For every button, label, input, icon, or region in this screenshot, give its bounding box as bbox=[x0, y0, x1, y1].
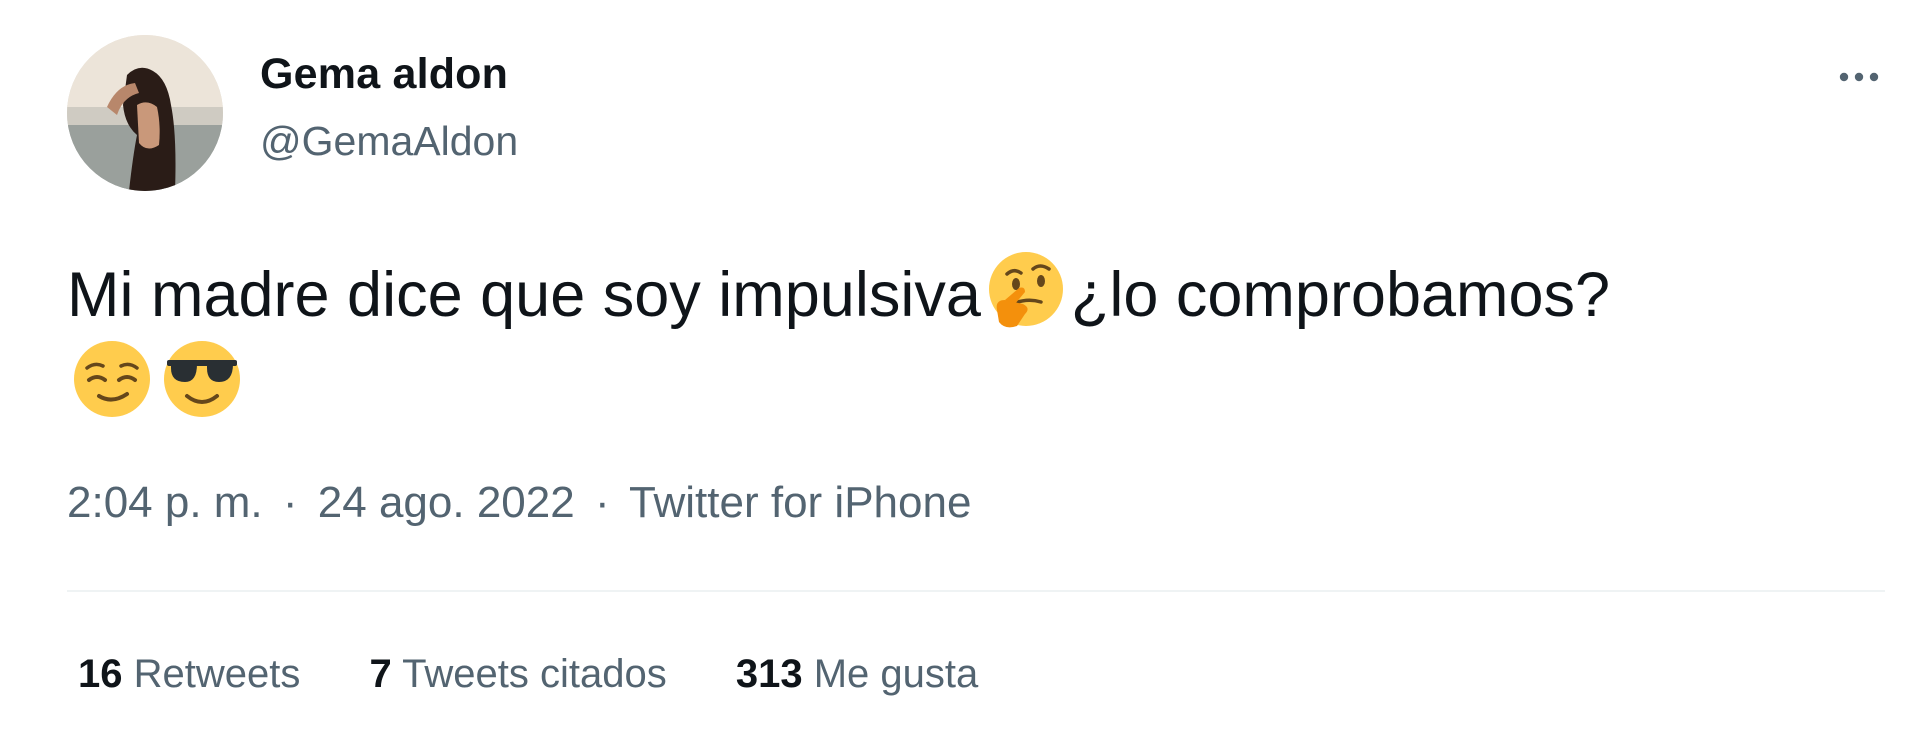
tweet-text-part-1: Mi madre dice que soy impulsiva bbox=[67, 260, 981, 330]
tweet-card: Gema aldon @GemaAldon Mi madre dice que … bbox=[0, 0, 1920, 733]
retweets-label: Retweets bbox=[133, 652, 301, 696]
divider bbox=[67, 590, 1885, 592]
tweet-date[interactable]: 24 ago. 2022 bbox=[318, 478, 575, 527]
tweet-text-line-2 bbox=[67, 336, 1610, 424]
display-name[interactable]: Gema aldon bbox=[260, 50, 508, 99]
meta-separator: · bbox=[282, 478, 298, 527]
user-handle[interactable]: @GemaAldon bbox=[260, 118, 518, 165]
quote-tweets-count: 7 bbox=[369, 652, 392, 696]
retweets-stat[interactable]: 16 Retweets bbox=[78, 652, 300, 697]
tweet-metadata: 2:04 p. m. · 24 ago. 2022 · Twitter for … bbox=[67, 478, 971, 528]
avatar[interactable] bbox=[67, 35, 223, 191]
tweet-stats: 16 Retweets 7 Tweets citados 313 Me gust… bbox=[78, 652, 1036, 697]
tweet-text-part-2: ¿lo comprobamos? bbox=[1070, 260, 1611, 330]
tweet-time[interactable]: 2:04 p. m. bbox=[67, 478, 263, 527]
likes-label: Me gusta bbox=[813, 652, 979, 696]
more-options-icon[interactable] bbox=[1832, 50, 1886, 104]
relieved-face-icon bbox=[69, 336, 155, 422]
tweet-text-line-1: Mi madre dice que soy impulsiva ¿lo comp… bbox=[67, 248, 1610, 336]
likes-count: 313 bbox=[735, 652, 803, 696]
quote-tweets-label: Tweets citados bbox=[402, 652, 667, 696]
retweets-count: 16 bbox=[78, 652, 123, 696]
quote-tweets-stat[interactable]: 7 Tweets citados bbox=[370, 652, 667, 697]
thinking-face-icon bbox=[983, 248, 1069, 334]
tweet-text: Mi madre dice que soy impulsiva ¿lo comp… bbox=[67, 248, 1610, 424]
smiling-face-with-sunglasses-icon bbox=[159, 336, 245, 422]
meta-separator: · bbox=[594, 478, 610, 527]
tweet-source[interactable]: Twitter for iPhone bbox=[629, 478, 971, 527]
likes-stat[interactable]: 313 Me gusta bbox=[736, 652, 978, 697]
